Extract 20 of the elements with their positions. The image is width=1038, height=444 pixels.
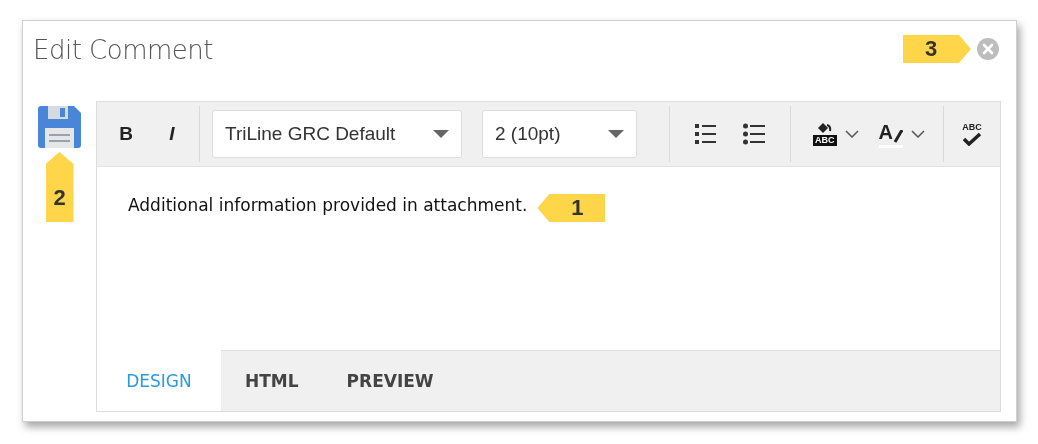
comment-text: Additional information provided in attachment. — [128, 194, 528, 216]
callout-badge: 1 — [537, 194, 606, 222]
dropdown[interactable]: TriLine GRC Default — [212, 110, 462, 158]
pen-icon — [892, 129, 903, 144]
bulleted-list-icon[interactable] — [743, 123, 765, 145]
spellcheck-button[interactable]: ABC — [961, 122, 982, 146]
save-icon[interactable] — [38, 106, 81, 148]
chevron-icon[interactable] — [910, 130, 925, 138]
numbered-list-icon[interactable] — [695, 123, 717, 145]
font-color-button[interactable]: A — [878, 120, 903, 148]
paint-bucket-icon — [817, 122, 832, 135]
bold-button[interactable]: B — [111, 123, 141, 145]
caret-icon — [608, 130, 624, 138]
callout-badge: 3 — [903, 35, 971, 63]
callout-badge: 2 — [45, 152, 74, 222]
chevron-icon[interactable] — [844, 130, 859, 138]
dialog-title: Edit Comment — [33, 35, 213, 65]
italic-button[interactable]: I — [157, 123, 187, 145]
caret-icon — [433, 130, 449, 138]
dropdown[interactable]: 2 (10pt) — [482, 110, 637, 158]
